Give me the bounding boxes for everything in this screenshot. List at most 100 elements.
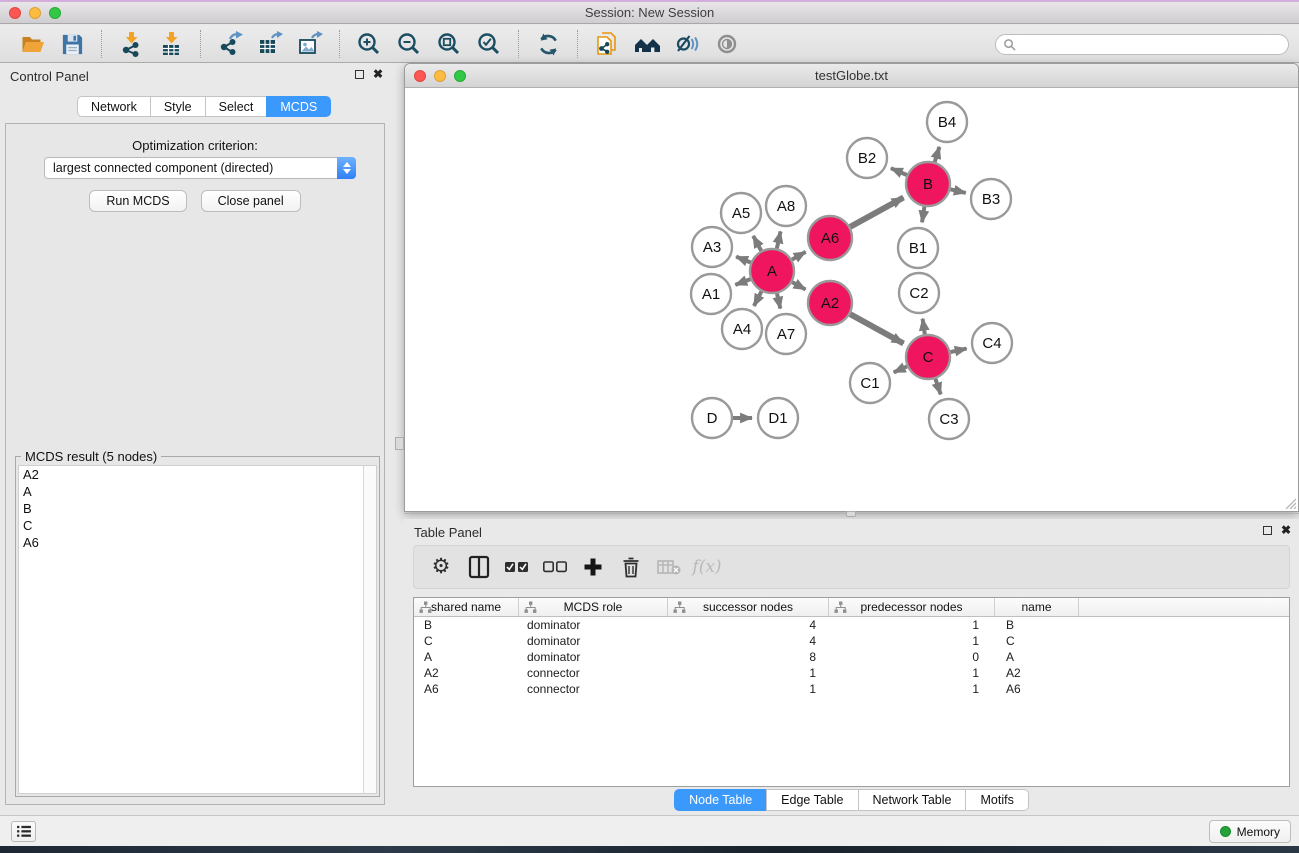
table-row[interactable]: A2 connector 1 1 A2 — [414, 665, 1289, 681]
list-item[interactable]: A2 — [19, 466, 376, 483]
graph-edge-B-B3[interactable] — [950, 189, 965, 193]
optimization-criterion-select[interactable]: largest connected component (directed) — [44, 157, 356, 179]
import-network-button[interactable] — [115, 29, 147, 59]
graph-edge-C-C1[interactable] — [894, 366, 907, 372]
table-row[interactable]: C dominator 4 1 C — [414, 633, 1289, 649]
graph-edge-A-A6[interactable] — [792, 252, 806, 260]
deselect-all-columns-button[interactable] — [538, 551, 572, 583]
save-floppy-icon — [60, 32, 85, 57]
refresh-button[interactable] — [532, 29, 564, 59]
tab-style[interactable]: Style — [150, 96, 205, 117]
graph-edge-A-A7[interactable] — [777, 293, 780, 308]
network-canvas[interactable]: B4B2BB3A5A8A6A3AB1A1C2A2A4A7CC4C1C3DD1 — [405, 88, 1298, 511]
graph-edge-B-B1[interactable] — [922, 207, 924, 223]
network-from-file-button[interactable] — [591, 29, 623, 59]
graph-edge-A6-B[interactable] — [850, 198, 903, 227]
create-column-button[interactable] — [576, 551, 610, 583]
graph-edge-A-A4[interactable] — [754, 291, 761, 305]
list-item[interactable]: C — [19, 517, 376, 534]
cell-name: B — [995, 618, 1079, 632]
graph-edge-C-C3[interactable] — [935, 379, 940, 395]
show-columns-button[interactable] — [462, 551, 496, 583]
network-close-button[interactable] — [414, 70, 426, 82]
graph-edge-C-C2[interactable] — [923, 319, 925, 334]
tab-motifs[interactable]: Motifs — [965, 789, 1028, 811]
graph-edge-A-A1[interactable] — [735, 279, 750, 285]
mcds-result-list[interactable]: A2 A B C A6 — [18, 465, 377, 794]
network-window-titlebar[interactable]: testGlobe.txt — [405, 64, 1298, 88]
zoom-selected-button[interactable] — [473, 29, 505, 59]
cell-name: A6 — [995, 682, 1079, 696]
close-window-button[interactable] — [9, 7, 21, 19]
graph-edge-A-A5[interactable] — [753, 236, 761, 251]
network-minimize-button[interactable] — [434, 70, 446, 82]
import-table-button[interactable] — [155, 29, 187, 59]
search-input[interactable] — [1020, 38, 1270, 52]
table-settings-button[interactable]: ⚙ — [424, 551, 458, 583]
zoom-window-button[interactable] — [49, 7, 61, 19]
close-table-panel-icon[interactable]: ✖ — [1281, 525, 1291, 535]
graph-edge-A-A8[interactable] — [777, 231, 781, 248]
list-item[interactable]: B — [19, 500, 376, 517]
table-row[interactable]: A dominator 8 0 A — [414, 649, 1289, 665]
graph-edge-B-B4[interactable] — [935, 147, 940, 162]
tab-select[interactable]: Select — [205, 96, 267, 117]
graph-edge-A2-C[interactable] — [850, 314, 903, 343]
tab-node-table[interactable]: Node Table — [674, 789, 766, 811]
close-panel-button[interactable]: Close panel — [201, 190, 301, 212]
delete-column-button[interactable] — [614, 551, 648, 583]
export-network-icon — [217, 31, 243, 57]
select-all-columns-button[interactable] — [500, 551, 534, 583]
tab-network[interactable]: Network — [77, 96, 150, 117]
minimize-window-button[interactable] — [29, 7, 41, 19]
vertical-split-handle[interactable] — [395, 437, 404, 450]
graph-edge-C-C4[interactable] — [950, 349, 966, 353]
column-header-mcds-role[interactable]: MCDS role — [519, 598, 668, 616]
memory-button[interactable]: Memory — [1209, 820, 1291, 843]
resize-grip-icon[interactable] — [1283, 496, 1296, 509]
graph-node-label-B1: B1 — [909, 240, 927, 257]
export-table-button[interactable] — [254, 29, 286, 59]
graph-edge-B-B2[interactable] — [891, 168, 907, 175]
hide-graphics-details-button[interactable] — [671, 29, 703, 59]
tab-mcds[interactable]: MCDS — [266, 96, 331, 117]
export-network-button[interactable] — [214, 29, 246, 59]
list-item[interactable]: A6 — [19, 534, 376, 551]
run-mcds-button[interactable]: Run MCDS — [89, 190, 186, 212]
task-history-button[interactable] — [11, 821, 36, 842]
toolbar-separator — [518, 30, 519, 58]
list-item[interactable]: A — [19, 483, 376, 500]
open-session-button[interactable] — [16, 29, 48, 59]
horizontal-split-handle[interactable] — [846, 511, 856, 517]
tab-network-table[interactable]: Network Table — [858, 789, 966, 811]
tab-edge-table[interactable]: Edge Table — [766, 789, 857, 811]
desktop-background — [0, 846, 1299, 853]
cell-mcds-role: connector — [519, 682, 668, 696]
column-header-name[interactable]: name — [995, 598, 1079, 616]
cell-successor-nodes: 1 — [668, 682, 829, 696]
search-field[interactable] — [995, 34, 1289, 55]
column-header-successor-nodes[interactable]: successor nodes — [668, 598, 829, 616]
column-header-shared-name[interactable]: shared name — [414, 598, 519, 616]
zoom-in-button[interactable] — [353, 29, 385, 59]
home-button[interactable] — [631, 29, 663, 59]
node-table[interactable]: shared name MCDS role successor nodes pr… — [413, 597, 1290, 787]
result-scrollbar[interactable] — [363, 466, 376, 793]
network-zoom-button[interactable] — [454, 70, 466, 82]
graph-edge-A-A3[interactable] — [736, 257, 751, 263]
save-session-button[interactable] — [56, 29, 88, 59]
graph-edge-A-A2[interactable] — [792, 282, 805, 289]
float-table-panel-icon[interactable] — [1263, 526, 1272, 535]
zoom-out-button[interactable] — [393, 29, 425, 59]
table-row[interactable]: B dominator 4 1 B — [414, 617, 1289, 633]
network-graph[interactable]: B4B2BB3A5A8A6A3AB1A1C2A2A4A7CC4C1C3DD1 — [405, 88, 1298, 511]
export-image-button[interactable] — [294, 29, 326, 59]
export-image-icon — [297, 31, 323, 57]
float-panel-icon[interactable] — [355, 70, 364, 79]
table-row[interactable]: A6 connector 1 1 A6 — [414, 681, 1289, 697]
table-panel: Table Panel ✖ ⚙ — [404, 519, 1299, 815]
close-panel-icon[interactable]: ✖ — [373, 69, 383, 79]
show-graphics-details-button[interactable] — [711, 29, 743, 59]
column-header-predecessor-nodes[interactable]: predecessor nodes — [829, 598, 995, 616]
zoom-fit-button[interactable] — [433, 29, 465, 59]
